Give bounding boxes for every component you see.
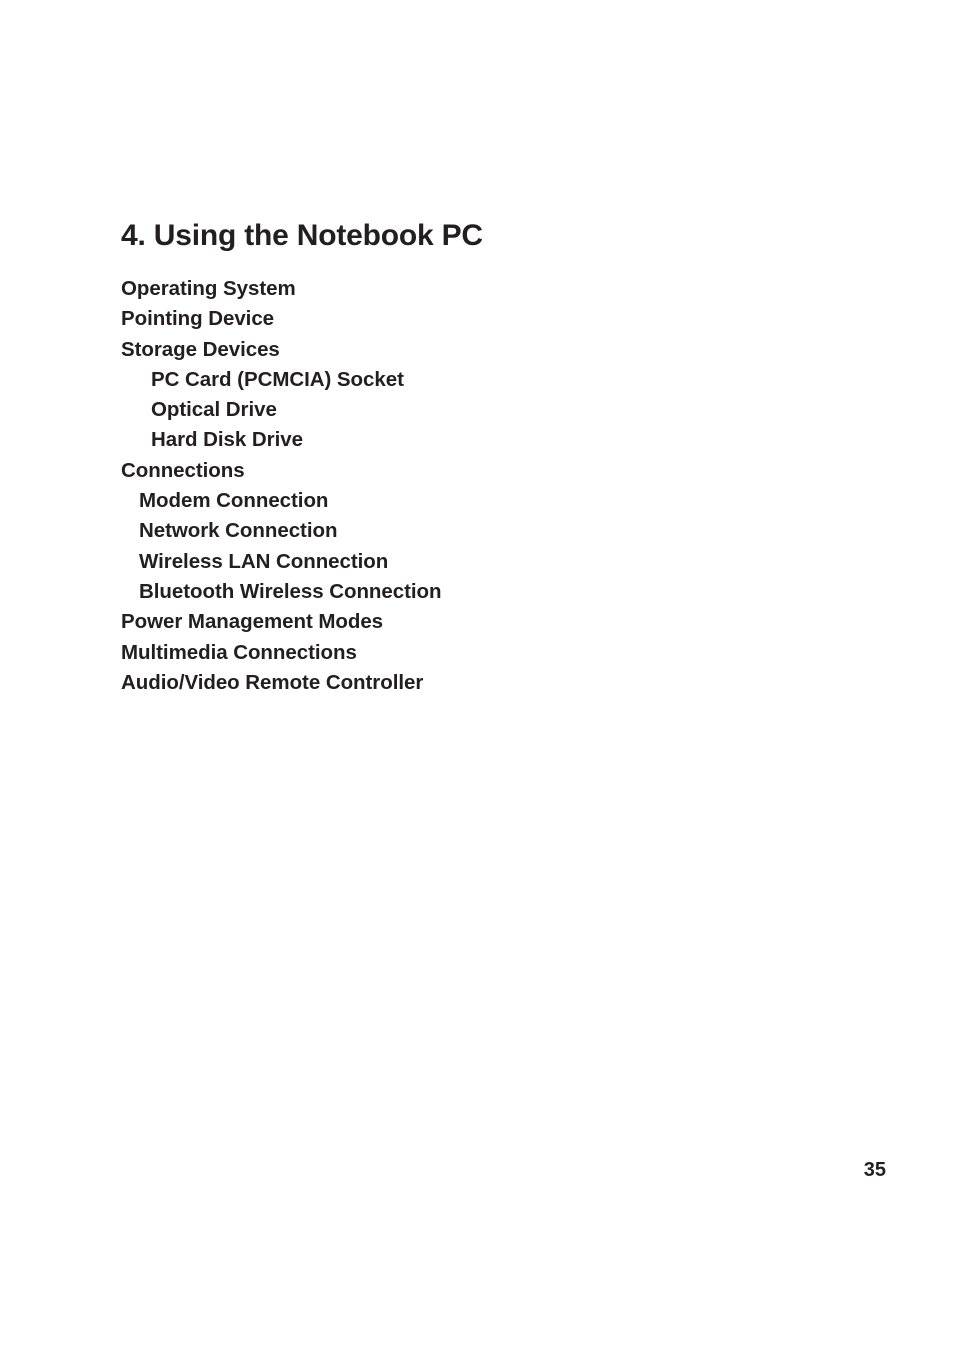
- chapter-contents-list: Operating System Pointing Device Storage D…: [0, 274, 954, 698]
- contents-entry: Multimedia Connections: [121, 640, 357, 664]
- contents-entry: Operating System: [121, 277, 296, 300]
- contents-entry: Power Management Modes: [121, 610, 384, 634]
- page-title: 4. Using the Notebook PC: [121, 219, 483, 253]
- contents-entry: Pointing Device: [121, 307, 275, 331]
- contents-entry: Hard Disk Drive: [151, 428, 303, 452]
- page-number: 35: [863, 1159, 886, 1181]
- contents-entry: Connections: [121, 458, 245, 482]
- contents-entry: Optical Drive: [151, 398, 277, 422]
- contents-entry: Modem Connection: [139, 489, 329, 513]
- contents-entry: Bluetooth Wireless Connection: [139, 579, 442, 603]
- contents-entry: Network Connection: [139, 519, 338, 543]
- contents-entry: Wireless LAN Connection: [139, 549, 389, 573]
- contents-entry: Storage Devices: [121, 337, 280, 361]
- contents-entry: Audio/Video Remote Controller: [121, 670, 424, 694]
- contents-entry: PC Card (PCMCIA) Socket: [151, 367, 404, 391]
- manual-page: 4. Using the Notebook PC Operating Syste…: [0, 0, 954, 1351]
